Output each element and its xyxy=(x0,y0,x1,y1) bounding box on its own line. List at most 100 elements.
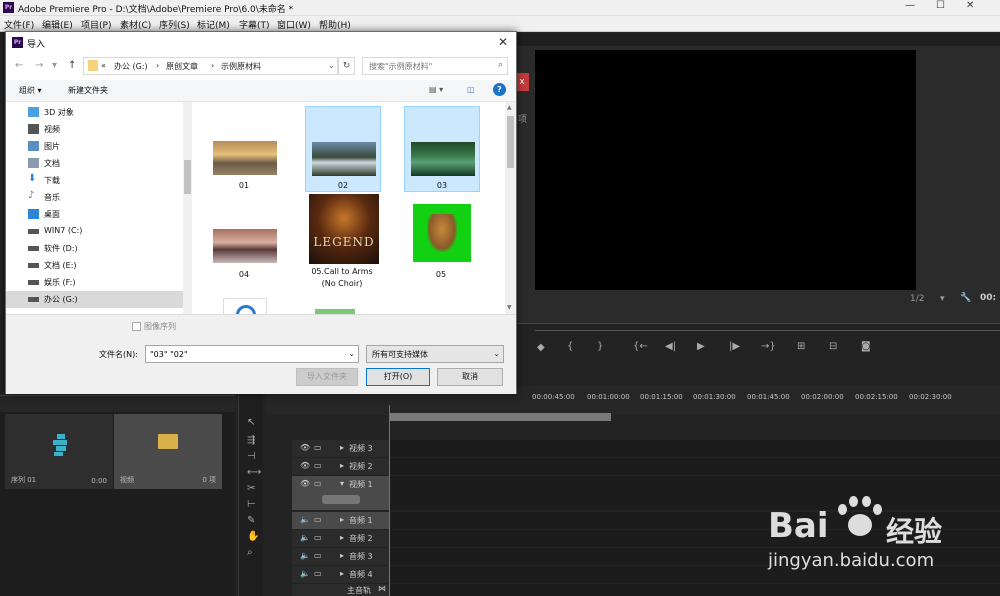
maximize-icon[interactable]: ☐ xyxy=(936,0,945,11)
lock-icon[interactable]: ▭ xyxy=(314,479,322,488)
nav-item-pictures[interactable]: 图片 xyxy=(28,138,183,155)
menu-sequence[interactable]: 序列(S) xyxy=(159,18,190,31)
search-input[interactable] xyxy=(369,59,489,73)
dialog-close-icon[interactable]: ✕ xyxy=(498,35,508,49)
in-point-icon[interactable]: { xyxy=(567,341,573,352)
menu-help[interactable]: 帮助(H) xyxy=(319,18,351,31)
forward-arrow-icon[interactable]: → xyxy=(35,60,43,71)
wrench-icon[interactable]: 🔧 xyxy=(960,293,971,303)
menu-edit[interactable]: 编辑(E) xyxy=(42,18,73,31)
cancel-button[interactable]: 取消 xyxy=(437,368,503,386)
eye-icon[interactable]: 👁 xyxy=(300,479,310,488)
organize-button[interactable]: 组织 ▾ xyxy=(19,85,42,96)
rate-stretch-tool-icon[interactable]: ⟷ xyxy=(247,467,261,478)
up-arrow-icon[interactable]: ↑ xyxy=(68,60,76,71)
eye-icon[interactable]: 👁 xyxy=(300,461,310,470)
eye-icon[interactable]: 👁 xyxy=(300,443,310,452)
speaker-icon[interactable]: 🔈 xyxy=(300,515,310,524)
speaker-icon[interactable]: 🔈 xyxy=(300,551,310,560)
search-box[interactable]: ⌕ xyxy=(362,57,508,75)
track-video-3[interactable]: 👁 ▭ ▸ 视频 3 xyxy=(292,440,1000,457)
marker-icon[interactable]: ◆ xyxy=(537,342,545,353)
dialog-title-bar[interactable]: Pr 导入 ✕ xyxy=(6,32,516,54)
filename-combobox[interactable]: ⌄ xyxy=(145,345,359,363)
nav-item-drive-f[interactable]: 娱乐 (F:) xyxy=(28,274,183,291)
breadcrumb-current[interactable]: 示例原材料 xyxy=(221,61,261,72)
help-icon[interactable]: ? xyxy=(493,83,506,96)
expand-icon[interactable]: ▸ xyxy=(340,551,344,560)
preview-pane-icon[interactable]: ◫ xyxy=(467,85,475,94)
lock-icon[interactable]: ▭ xyxy=(314,443,322,452)
lift-icon[interactable]: ⊞ xyxy=(797,341,805,352)
track-video-2[interactable]: 👁 ▭ ▸ 视频 2 xyxy=(292,458,1000,475)
file-item-05[interactable]: 05 xyxy=(404,194,480,280)
expand-icon[interactable]: ▾ xyxy=(340,479,344,488)
view-options-icon[interactable]: ▤ ▾ xyxy=(429,85,443,94)
scrub-line[interactable] xyxy=(535,330,1000,331)
chevron-down-icon[interactable]: ⌄ xyxy=(348,349,355,358)
camera-icon[interactable]: ◙ xyxy=(861,341,871,352)
close-icon[interactable]: ✕ xyxy=(966,0,974,11)
file-item-03[interactable]: 03 xyxy=(404,106,480,192)
nav-item-drive-c[interactable]: WIN7 (C:) xyxy=(28,223,183,240)
work-area-bar[interactable] xyxy=(389,413,611,421)
history-chevron-icon[interactable]: ▾ xyxy=(52,60,57,71)
master-expand-icon[interactable]: ⋈ xyxy=(378,584,386,593)
checkbox[interactable] xyxy=(132,322,141,331)
nav-item-drive-d[interactable]: 软件 (D:) xyxy=(28,240,183,257)
menu-clip[interactable]: 素材(C) xyxy=(120,18,151,31)
speaker-icon[interactable]: 🔈 xyxy=(300,569,310,578)
file-scrollbar[interactable]: ▲ ▼ xyxy=(505,102,516,314)
filename-input[interactable] xyxy=(150,347,340,361)
chevron-down-icon[interactable]: ▾ xyxy=(940,294,945,304)
slip-tool-icon[interactable]: ⊢ xyxy=(247,499,256,510)
project-item-sequence[interactable]: 序列 01 0:00 xyxy=(5,414,113,489)
lock-icon[interactable]: ▭ xyxy=(314,569,322,578)
expand-icon[interactable]: ▸ xyxy=(340,443,344,452)
scrollbar-thumb[interactable] xyxy=(184,160,191,194)
track-select-tool-icon[interactable]: ⇶ xyxy=(247,435,255,446)
breadcrumb-drive[interactable]: 办公 (G:) xyxy=(114,61,148,72)
menu-project[interactable]: 项目(P) xyxy=(81,18,111,31)
go-to-out-icon[interactable]: →} xyxy=(761,341,776,352)
nav-item-videos[interactable]: 视频 xyxy=(28,121,183,138)
file-item-04[interactable]: 04 xyxy=(207,194,283,280)
program-monitor-screen[interactable] xyxy=(535,50,916,290)
back-arrow-icon[interactable]: ← xyxy=(15,60,23,71)
scroll-down-icon[interactable]: ▼ xyxy=(507,304,512,311)
go-to-in-icon[interactable]: {← xyxy=(633,341,648,352)
scrollbar-thumb[interactable] xyxy=(507,116,514,168)
scroll-up-icon[interactable]: ▲ xyxy=(507,104,512,111)
lock-icon[interactable]: ▭ xyxy=(314,551,322,560)
out-point-icon[interactable]: } xyxy=(597,341,603,352)
lock-icon[interactable]: ▭ xyxy=(314,533,322,542)
razor-tool-icon[interactable]: ✂ xyxy=(247,483,255,494)
keyframe-control[interactable] xyxy=(322,495,360,504)
address-bar[interactable]: « 办公 (G:) › 原创文章 › 示例原材料 ⌄ xyxy=(83,57,338,75)
import-folder-button[interactable]: 导入文件夹 xyxy=(296,368,358,386)
pen-tool-icon[interactable]: ✎ xyxy=(247,515,255,526)
nav-item-desktop[interactable]: 桌面 xyxy=(28,206,183,223)
expand-icon[interactable]: ▸ xyxy=(340,461,344,470)
breadcrumb-overflow[interactable]: « xyxy=(101,61,106,70)
zoom-select[interactable]: 1/2 xyxy=(910,294,924,304)
expand-icon[interactable]: ▸ xyxy=(340,515,344,524)
nav-item-drive-g[interactable]: 办公 (G:) xyxy=(6,291,183,308)
speaker-icon[interactable]: 🔈 xyxy=(300,533,310,542)
chevron-down-icon[interactable]: ⌄ xyxy=(328,61,335,70)
selection-tool-icon[interactable]: ↖ xyxy=(247,417,255,428)
menu-marker[interactable]: 标记(M) xyxy=(197,18,230,31)
nav-item-music[interactable]: ♪ 音乐 xyxy=(28,189,183,206)
panel-tab-fragment[interactable]: 项 xyxy=(518,112,527,125)
menu-file[interactable]: 文件(F) xyxy=(4,18,34,31)
nav-item-documents[interactable]: 文档 xyxy=(28,155,183,172)
refresh-icon[interactable]: ↻ xyxy=(338,57,355,75)
nav-scrollbar[interactable] xyxy=(183,102,192,314)
nav-item-downloads[interactable]: ⬇ 下载 xyxy=(28,172,183,189)
panel-close-icon[interactable]: x xyxy=(515,73,529,91)
expand-icon[interactable]: ▸ xyxy=(340,533,344,542)
extract-icon[interactable]: ⊟ xyxy=(829,341,837,352)
filetype-select[interactable]: 所有可支持媒体 ⌄ xyxy=(366,345,504,363)
step-back-icon[interactable]: ◀| xyxy=(665,341,676,352)
menu-title[interactable]: 字幕(T) xyxy=(239,18,270,31)
